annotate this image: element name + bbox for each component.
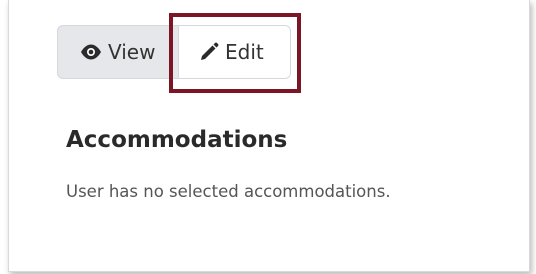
accommodations-heading: Accommodations: [66, 127, 288, 153]
edit-button[interactable]: Edit: [179, 25, 291, 79]
edit-button-label: Edit: [225, 40, 264, 64]
accommodations-empty-message: User has no selected accommodations.: [66, 182, 391, 201]
pencil-icon: [199, 42, 219, 62]
eye-icon: [80, 44, 102, 60]
view-button[interactable]: View: [57, 25, 179, 79]
accommodations-panel: View Edit Accommodations User has no sel…: [8, 0, 530, 272]
view-edit-toggle: View Edit: [57, 25, 291, 79]
view-button-label: View: [108, 40, 156, 64]
